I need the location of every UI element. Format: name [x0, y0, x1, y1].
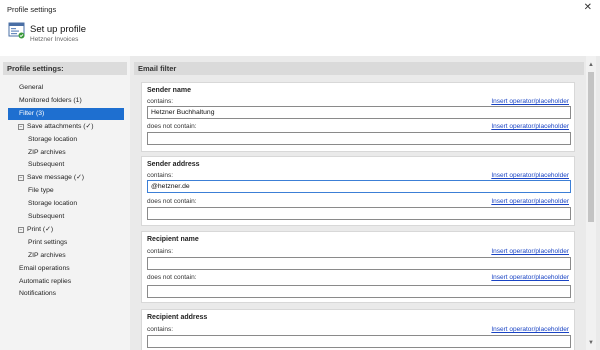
insert-operator-link[interactable]: Insert operator/placeholder: [491, 326, 569, 333]
sidebar-item-label: Automatic replies: [19, 277, 72, 285]
field-value: Hetzner Buchhaltung: [151, 109, 215, 116]
window-title: Profile settings: [7, 5, 57, 14]
sender-address-not-contains-field[interactable]: [147, 207, 571, 220]
sidebar-item-label: General: [19, 84, 44, 91]
recipient-name-contains-field[interactable]: [147, 257, 571, 270]
sidebar-heading: Profile settings:: [3, 62, 127, 75]
insert-operator-link[interactable]: Insert operator/placeholder: [491, 248, 569, 255]
sidebar-item-label: Filter (3): [19, 109, 45, 117]
section-heading: Email filter: [134, 62, 584, 75]
sidebar-item-label: File type: [28, 187, 54, 195]
sender-address-contains-field[interactable]: @hetzner.de: [147, 180, 571, 193]
vertical-scrollbar[interactable]: ▲ ▼: [586, 56, 596, 350]
scroll-down-icon[interactable]: ▼: [586, 338, 596, 348]
collapse-toggle-icon[interactable]: −: [18, 123, 24, 130]
sidebar-item[interactable]: Email operations: [8, 263, 124, 275]
filter-group-sender-name: Sender name contains: Insert operator/pl…: [141, 82, 575, 152]
close-icon[interactable]: ✕: [584, 3, 592, 13]
sidebar-heading-label: Profile settings:: [7, 64, 64, 73]
sidebar-item[interactable]: Storage location: [8, 198, 124, 210]
sidebar-item-label: Storage location: [28, 200, 78, 208]
sidebar-item[interactable]: Print settings: [8, 237, 124, 249]
sidebar-item-label: Subsequent: [28, 161, 65, 169]
sidebar-item-label: Monitored folders (1): [19, 96, 82, 104]
sidebar-item[interactable]: − Print (✓): [8, 224, 124, 236]
sidebar-item-label: Email operations: [19, 264, 70, 272]
sidebar-item[interactable]: Storage location: [8, 134, 124, 146]
filter-group-recipient-name: Recipient name contains: Insert operator…: [141, 231, 575, 303]
sidebar-item-label: Save message (✓): [27, 174, 85, 182]
sidebar-item[interactable]: Subsequent: [8, 211, 124, 223]
collapse-toggle-icon[interactable]: −: [18, 226, 24, 233]
header-subtitle: Hetzner Invoices: [30, 36, 79, 43]
insert-operator-link[interactable]: Insert operator/placeholder: [491, 198, 569, 205]
not-contains-label: does not contain:: [147, 274, 197, 281]
sidebar-item[interactable]: ZIP archives: [8, 250, 124, 262]
contains-label: contains:: [147, 98, 174, 105]
sidebar-item[interactable]: Notifications: [8, 288, 124, 300]
field-value: @hetzner.de: [151, 183, 190, 190]
insert-operator-link[interactable]: Insert operator/placeholder: [491, 274, 569, 281]
contains-label: contains:: [147, 248, 174, 255]
sidebar-item[interactable]: File type: [8, 185, 124, 197]
profile-icon: [8, 22, 25, 39]
sidebar-item-label: Notifications: [19, 290, 57, 298]
collapse-toggle-icon[interactable]: −: [18, 175, 24, 182]
header-title: Set up profile: [30, 24, 86, 35]
sidebar-item[interactable]: Monitored folders (1): [8, 95, 124, 107]
sender-name-not-contains-field[interactable]: [147, 132, 571, 145]
group-title: Sender name: [147, 87, 191, 94]
settings-sidebar: Profile settings: General Monitored folde…: [0, 56, 130, 350]
sender-name-contains-field[interactable]: Hetzner Buchhaltung: [147, 106, 571, 119]
insert-operator-link[interactable]: Insert operator/placeholder: [491, 172, 569, 179]
dialog-header: Set up profile Hetzner Invoices: [0, 18, 600, 56]
filter-group-recipient-address: Recipient address contains: Insert opera…: [141, 309, 575, 350]
sidebar-item[interactable]: Filter (3): [8, 107, 124, 120]
filter-group-sender-address: Sender address contains: Insert operator…: [141, 156, 575, 226]
sidebar-item[interactable]: Automatic replies: [8, 276, 124, 288]
insert-operator-link[interactable]: Insert operator/placeholder: [491, 123, 569, 130]
sidebar-item-label: Storage location: [28, 135, 78, 143]
not-contains-label: does not contain:: [147, 123, 197, 130]
sidebar-item-label: Subsequent: [28, 213, 65, 220]
sidebar-item[interactable]: − Save message (✓): [8, 172, 124, 184]
sidebar-item[interactable]: ZIP archives: [8, 147, 124, 159]
sidebar-item-label: ZIP archives: [28, 251, 66, 259]
recipient-name-not-contains-field[interactable]: [147, 285, 571, 298]
insert-operator-link[interactable]: Insert operator/placeholder: [491, 98, 569, 105]
not-contains-label: does not contain:: [147, 198, 197, 205]
contains-label: contains:: [147, 326, 174, 333]
sidebar-item-label: Save attachments (✓): [27, 122, 94, 130]
sidebar-item[interactable]: General: [8, 82, 124, 94]
recipient-address-contains-field[interactable]: [147, 335, 571, 348]
group-title: Recipient address: [147, 314, 208, 321]
scrollbar-thumb[interactable]: [588, 72, 594, 222]
group-title: Sender address: [147, 161, 200, 168]
sidebar-item-label: ZIP archives: [28, 148, 66, 156]
sidebar-item-label: Print (✓): [27, 225, 54, 233]
sidebar-item-label: Print settings: [28, 238, 68, 246]
scroll-up-icon[interactable]: ▲: [586, 60, 596, 70]
sidebar-item[interactable]: Subsequent: [8, 159, 124, 171]
sidebar-item[interactable]: − Save attachments (✓): [8, 121, 124, 133]
group-title: Recipient name: [147, 236, 199, 243]
title-bar: Profile settings ✕: [0, 0, 600, 18]
contains-label: contains:: [147, 172, 174, 179]
section-heading-label: Email filter: [138, 64, 177, 73]
